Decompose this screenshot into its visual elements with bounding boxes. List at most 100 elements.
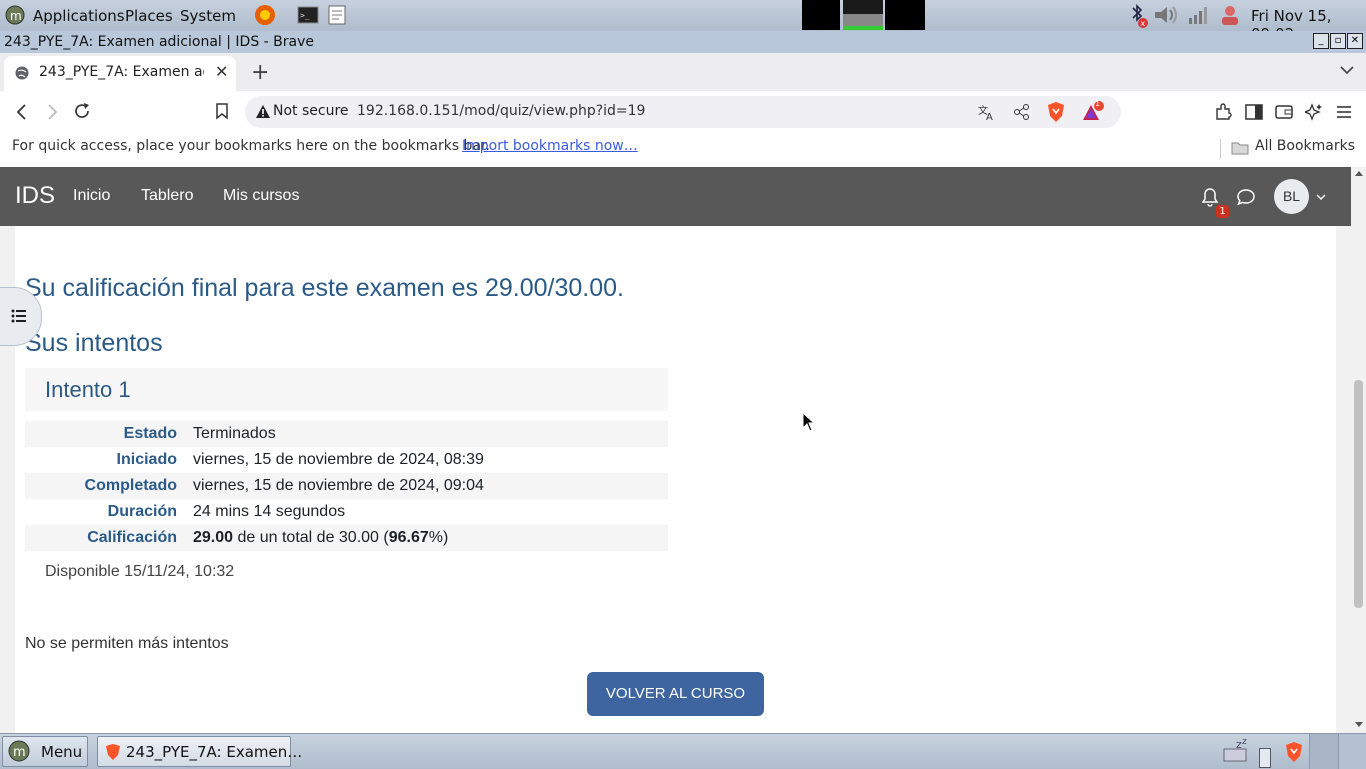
bottom-taskbar: m Menu 243_PYE_7A: Examen… zz [0,733,1366,769]
firefox-icon[interactable] [254,4,276,26]
mint-logo-icon[interactable]: m [4,4,26,26]
messages-icon[interactable] [1236,187,1256,207]
tab-title: 243_PYE_7A: Examen ad [39,64,204,80]
system-menu[interactable]: System [180,7,236,25]
window-title: 243_PYE_7A: Examen adicional | IDS - Bra… [4,34,314,50]
workspace-2[interactable] [843,0,883,30]
menu-label: Menu [41,743,83,761]
places-menu[interactable]: Places [125,7,173,25]
summary-label-estado: Estado [123,425,177,442]
brave-tray-icon[interactable] [1284,741,1304,763]
attempt-summary-table: Estado Terminados Iniciado viernes, 15 d… [25,421,668,551]
system-top-panel: m Applications Places System >_ x Fri No… [0,0,1366,43]
sidebar-icon[interactable] [1245,104,1263,120]
workspace-switcher-2[interactable] [1338,734,1366,769]
brave-rewards-icon[interactable] [1081,100,1105,124]
browser-tab[interactable]: 243_PYE_7A: Examen ad ✕ [4,56,236,91]
nav-tablero[interactable]: Tablero [141,187,193,205]
user-status-icon[interactable] [1218,3,1242,27]
summary-label-calificacion: Calificación [87,529,177,546]
grade-value: 29.00 [193,529,234,546]
bookmarks-divider [1220,139,1221,159]
bookmarks-bar: For quick access, place your bookmarks h… [0,133,1366,168]
grade-percent: 96.67 [388,529,429,546]
table-row: Iniciado viernes, 15 de noviembre de 202… [25,447,668,473]
close-tab-icon[interactable]: ✕ [215,62,228,81]
maximize-button[interactable]: ▫ [1330,33,1346,49]
applications-menu[interactable]: Applications [33,7,125,25]
folder-icon [1231,142,1249,155]
svg-text:m: m [13,745,26,760]
extensions-icon[interactable] [1214,103,1232,121]
sleep-tray-icon[interactable]: zz [1222,737,1252,765]
final-grade-heading: Su calificación final para este examen e… [25,274,624,302]
workspace-1[interactable] [802,0,840,30]
back-icon[interactable] [14,103,30,121]
address-bar[interactable]: Not secure 192.168.0.151/mod/quiz/view.p… [245,96,1121,128]
workspace-switcher-1[interactable] [1309,734,1338,769]
new-tab-button[interactable]: + [251,60,269,85]
grade-percent-suffix: %) [428,529,449,546]
chevron-down-icon[interactable] [1340,65,1354,75]
user-menu-chevron-icon[interactable] [1316,193,1326,201]
summary-value-estado: Terminados [193,425,276,442]
import-bookmarks-link[interactable]: Import bookmarks now… [462,138,638,154]
svg-text:z: z [1242,737,1247,747]
brave-icon [106,744,120,760]
show-desktop-button[interactable] [1259,748,1271,768]
user-avatar[interactable]: BL [1274,179,1309,214]
terminal-icon[interactable]: >_ [297,4,319,26]
taskbar-window-title: 243_PYE_7A: Examen… [126,743,303,761]
moodle-navbar [0,167,1351,226]
grade-total-text: de un total de 30.00 ( [233,529,389,546]
svg-text:x: x [1141,19,1146,28]
url-text[interactable]: 192.168.0.151/mod/quiz/view.php?id=19 [357,103,645,119]
text-editor-icon[interactable] [326,4,348,26]
minimize-button[interactable]: _ [1313,33,1329,49]
summary-label-iniciado: Iniciado [116,451,177,468]
bluetooth-icon[interactable]: x [1125,3,1149,29]
brave-shields-icon[interactable] [1046,101,1066,123]
volume-icon[interactable] [1153,4,1183,26]
taskbar-window-button[interactable]: 243_PYE_7A: Examen… [97,736,302,767]
table-row: Completado viernes, 15 de noviembre de 2… [25,473,668,499]
summary-value-completado: viernes, 15 de noviembre de 2024, 09:04 [193,477,484,494]
svg-text:>_: >_ [300,11,310,20]
notifications-bell-icon[interactable] [1201,187,1219,207]
mint-menu-icon: m [8,740,30,762]
close-window-button[interactable]: ✕ [1347,33,1363,49]
all-bookmarks-button[interactable]: All Bookmarks [1255,138,1355,154]
nav-inicio[interactable]: Inicio [73,187,110,205]
network-signal-icon[interactable] [1187,5,1209,25]
bookmark-icon[interactable] [214,102,230,120]
available-date: Disponible 15/11/24, 10:32 [45,563,235,580]
bookmarks-hint: For quick access, place your bookmarks h… [12,138,490,154]
no-more-attempts-notice: No se permiten más intentos [25,635,229,652]
summary-value-calificacion: 29.00 de un total de 30.00 (96.67%) [185,525,668,551]
workspace-3[interactable] [885,0,925,30]
wallet-icon[interactable] [1275,104,1293,120]
reload-icon[interactable] [73,102,91,120]
mouse-cursor-icon [802,412,816,432]
start-menu-button[interactable]: m Menu [2,736,88,767]
summary-label-duracion: Duración [107,503,177,520]
warning-icon[interactable] [255,104,271,119]
attempt-title: Intento 1 [45,377,131,402]
forward-icon[interactable] [44,103,60,121]
attempt-header: Intento 1 [25,368,668,411]
window-title-bar: 243_PYE_7A: Examen adicional | IDS - Bra… [0,31,1366,54]
translate-icon[interactable]: 文A [977,103,997,121]
nav-mis-cursos[interactable]: Mis cursos [223,187,299,205]
attempts-heading: Sus intentos [25,329,163,357]
site-brand[interactable]: IDS [15,182,55,210]
notification-count-badge: 1 [1216,205,1229,218]
table-row: Estado Terminados [25,421,668,447]
share-icon[interactable] [1013,103,1031,121]
table-row: Duración 24 mins 14 segundos [25,499,668,525]
leo-ai-icon[interactable] [1305,103,1323,121]
back-to-course-button[interactable]: VOLVER AL CURSO [587,672,764,716]
security-label[interactable]: Not secure [273,103,349,119]
scrollbar-thumb[interactable] [1354,380,1363,608]
svg-text:m: m [10,9,22,23]
menu-hamburger-icon[interactable] [1336,104,1352,120]
